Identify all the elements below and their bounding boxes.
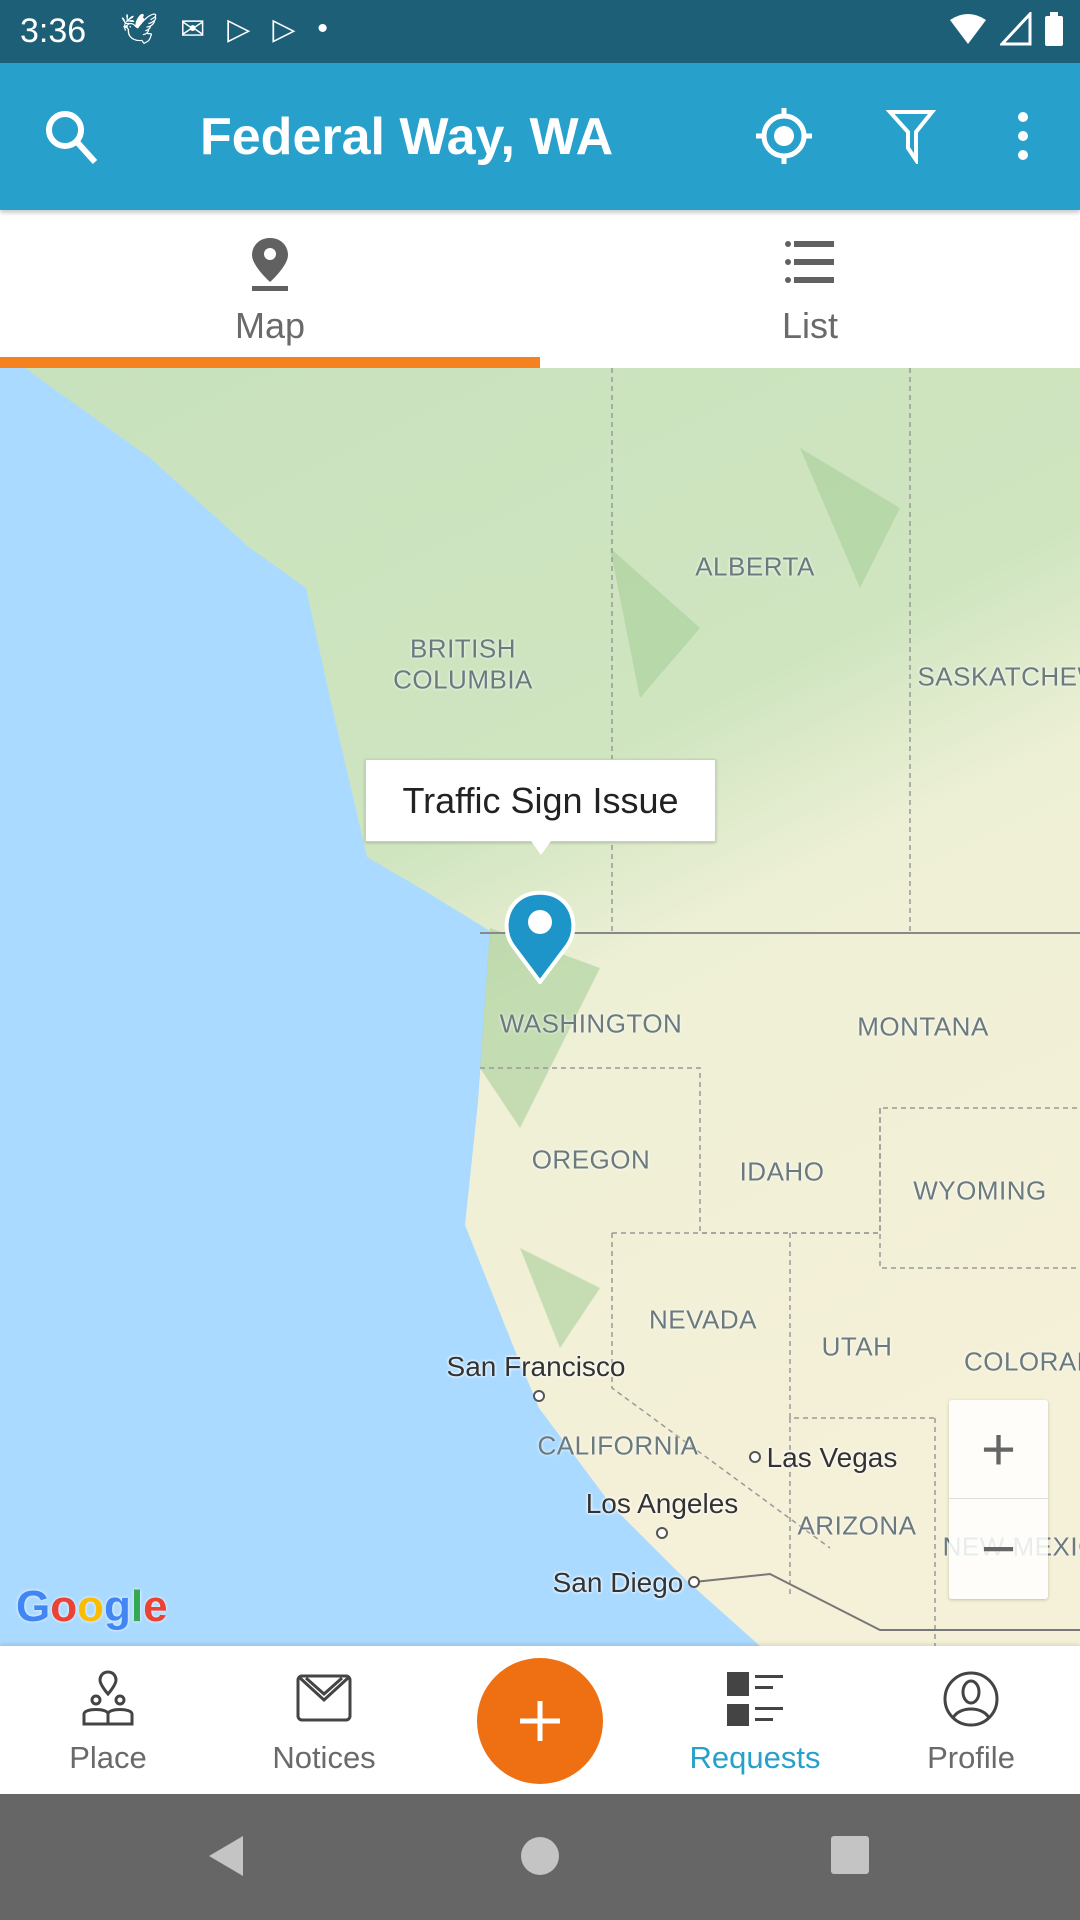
region-label: WYOMING bbox=[913, 1175, 1047, 1206]
recents-button[interactable] bbox=[830, 1834, 870, 1883]
app-bar: Federal Way, WA bbox=[0, 63, 1080, 210]
region-label: COLORAD bbox=[963, 1346, 1080, 1377]
nav-place-label: Place bbox=[69, 1740, 147, 1775]
filter-icon[interactable] bbox=[878, 103, 944, 169]
region-label: MONTANA bbox=[857, 1011, 989, 1042]
more-vert-icon[interactable] bbox=[990, 103, 1056, 169]
location-marker-icon[interactable] bbox=[503, 888, 577, 984]
zoom-out-button[interactable]: − bbox=[949, 1499, 1048, 1598]
region-label: BRITISH bbox=[409, 633, 517, 664]
system-icons bbox=[948, 12, 1064, 48]
wifi-icon bbox=[950, 14, 986, 44]
map-view[interactable]: ALBERTA BRITISH COLUMBIA SASKATCHEW WASH… bbox=[0, 368, 1080, 1646]
system-navigation-bar bbox=[0, 1794, 1080, 1920]
marker-title: Traffic Sign Issue bbox=[402, 779, 679, 821]
tab-map[interactable]: Map bbox=[0, 210, 540, 368]
plus-icon bbox=[520, 1701, 560, 1741]
city-dot bbox=[688, 1576, 700, 1588]
city-label: San Francisco bbox=[446, 1351, 626, 1382]
city-label: San Diego bbox=[552, 1567, 684, 1598]
city-label: Los Angeles bbox=[585, 1488, 739, 1519]
nav-notices-label: Notices bbox=[272, 1740, 376, 1775]
city-dot bbox=[533, 1390, 545, 1402]
region-label: COLUMBIA bbox=[393, 664, 533, 695]
dot-icon: • bbox=[317, 12, 328, 45]
requests-icon bbox=[727, 1672, 783, 1726]
tab-list[interactable]: List bbox=[540, 210, 1080, 368]
play-store-icon: ▷ bbox=[272, 13, 296, 46]
tab-map-label: Map bbox=[234, 305, 306, 346]
notices-icon bbox=[296, 1674, 352, 1722]
view-tabs: Map List bbox=[0, 210, 1080, 368]
map-pin-icon bbox=[252, 238, 288, 291]
nav-profile-label: Profile bbox=[927, 1740, 1015, 1775]
region-label: ALBERTA bbox=[695, 551, 815, 582]
notification-icons: 🕊 ✉ ▷ ▷ • bbox=[120, 12, 328, 47]
nav-requests-label: Requests bbox=[689, 1740, 821, 1775]
region-label: WASHINGTON bbox=[499, 1008, 683, 1039]
status-bar: 3:36 🕊 ✉ ▷ ▷ • bbox=[0, 0, 1080, 63]
battery-icon bbox=[1045, 12, 1063, 46]
list-icon bbox=[785, 241, 834, 283]
bird-icon: 🕊 bbox=[120, 13, 159, 46]
clock: 3:36 bbox=[20, 12, 87, 50]
nav-profile[interactable]: Profile bbox=[871, 1646, 1071, 1794]
region-label: ARIZONA bbox=[797, 1510, 917, 1541]
my-location-icon[interactable] bbox=[751, 103, 817, 169]
gmail-icon: ✉ bbox=[180, 13, 206, 46]
city-dot bbox=[656, 1527, 668, 1539]
place-icon bbox=[82, 1670, 134, 1726]
city-label: Las Vegas bbox=[766, 1442, 898, 1473]
zoom-in-button[interactable]: + bbox=[949, 1400, 1048, 1499]
add-request-button[interactable] bbox=[477, 1658, 603, 1784]
signal-icon bbox=[1000, 12, 1032, 46]
city-dot bbox=[749, 1451, 761, 1463]
nav-notices[interactable]: Notices bbox=[224, 1646, 424, 1794]
region-label: OREGON bbox=[531, 1144, 651, 1175]
marker-info-window[interactable]: Traffic Sign Issue bbox=[365, 759, 716, 855]
profile-icon bbox=[943, 1671, 999, 1727]
region-label: SASKATCHEW bbox=[917, 661, 1080, 692]
active-tab-indicator bbox=[0, 357, 540, 368]
nav-requests[interactable]: Requests bbox=[655, 1646, 855, 1794]
region-label: CALIFORNIA bbox=[537, 1430, 699, 1461]
nav-place[interactable]: Place bbox=[8, 1646, 208, 1794]
region-label: IDAHO bbox=[739, 1156, 825, 1187]
back-button[interactable] bbox=[205, 1834, 245, 1883]
tab-list-label: List bbox=[781, 305, 839, 346]
home-button[interactable] bbox=[520, 1834, 560, 1883]
region-label: UTAH bbox=[821, 1331, 893, 1362]
page-title: Federal Way, WA bbox=[200, 108, 614, 166]
search-icon[interactable] bbox=[38, 103, 104, 169]
google-logo: Google bbox=[16, 1582, 168, 1631]
zoom-controls: + − bbox=[949, 1400, 1048, 1599]
region-label: NEVADA bbox=[649, 1304, 757, 1335]
play-store-icon: ▷ bbox=[227, 13, 251, 46]
